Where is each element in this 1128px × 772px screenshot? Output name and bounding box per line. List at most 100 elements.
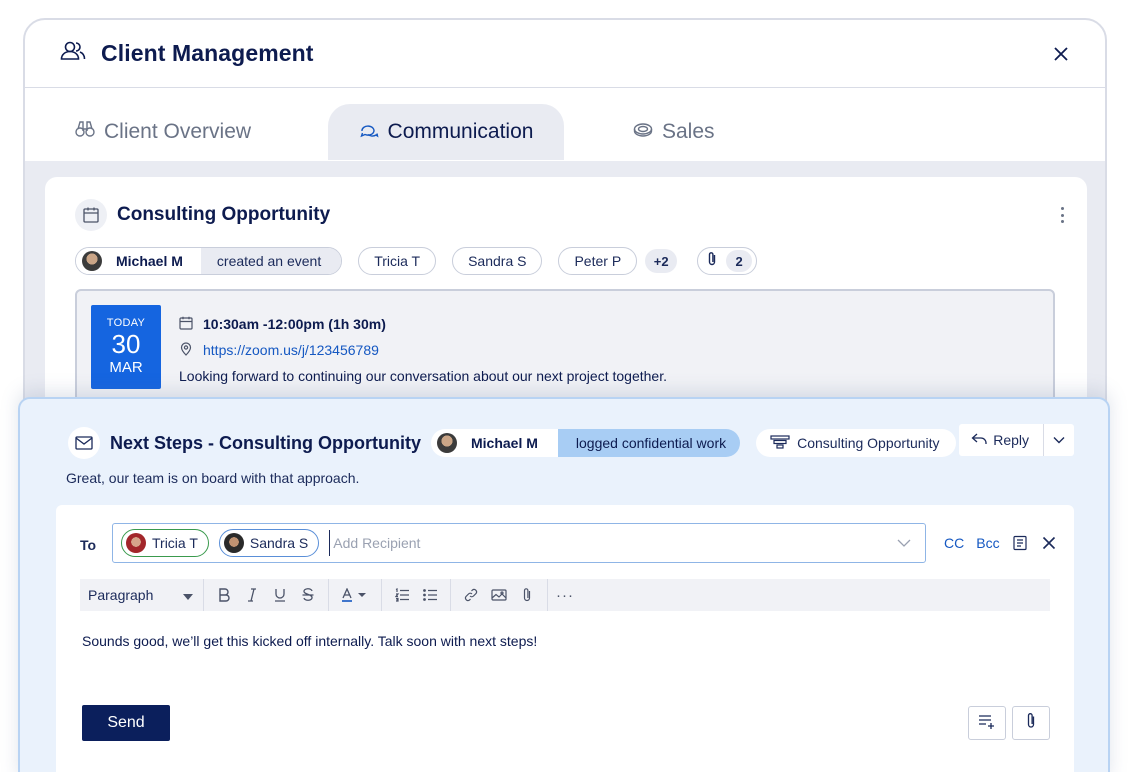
users-icon — [59, 39, 87, 68]
opportunity-label: Consulting Opportunity — [797, 435, 940, 451]
more-options-icon[interactable]: ··· — [556, 587, 574, 604]
paperclip-icon — [706, 251, 718, 272]
recipient-chip[interactable]: Tricia T — [121, 529, 209, 557]
formatting-toolbar: Paragraph ··· — [80, 579, 1050, 611]
event-info: 10:30am -12:00pm (1h 30m) https://zoom.u… — [179, 311, 667, 389]
author-name: Michael M — [431, 429, 558, 457]
participant-chip[interactable]: Sandra S — [452, 247, 543, 275]
add-recipient-input[interactable] — [329, 530, 870, 556]
event-card-header: Consulting Opportunity — [75, 199, 330, 231]
email-author-chip[interactable]: Michael M logged confidential work — [431, 429, 741, 457]
send-button[interactable]: Send — [82, 705, 170, 741]
event-time-row: 10:30am -12:00pm (1h 30m) — [179, 311, 667, 337]
italic-icon[interactable] — [238, 581, 266, 609]
date-month: MAR — [109, 359, 143, 376]
meeting-link[interactable]: https://zoom.us/j/123456789 — [203, 342, 379, 358]
chevron-down-icon[interactable] — [897, 539, 911, 547]
paperclip-icon[interactable] — [513, 581, 541, 609]
attach-file-button[interactable] — [1012, 706, 1050, 740]
tab-sales[interactable]: Sales — [633, 104, 715, 160]
avatar — [223, 533, 244, 553]
author-action: logged confidential work — [557, 429, 741, 457]
recipients-field[interactable]: Tricia T Sandra S — [112, 523, 926, 563]
tab-label: Client Overview — [104, 120, 252, 143]
text-color-icon[interactable] — [335, 581, 375, 609]
calendar-icon — [75, 199, 107, 231]
avatar — [82, 251, 102, 271]
email-panel: Next Steps - Consulting Opportunity Mich… — [18, 397, 1110, 772]
bold-icon[interactable] — [210, 581, 238, 609]
caret-down-icon — [183, 587, 193, 603]
reply-label: Reply — [993, 432, 1029, 448]
add-list-icon — [978, 713, 996, 734]
paragraph-style-select[interactable]: Paragraph — [80, 579, 204, 611]
paragraph-style-label: Paragraph — [88, 587, 154, 603]
recipient-chip[interactable]: Sandra S — [218, 529, 320, 557]
event-time: 10:30am -12:00pm (1h 30m) — [203, 316, 386, 332]
compose-editor[interactable]: Sounds good, we’ll get this kicked off i… — [82, 633, 537, 649]
numbered-list-icon[interactable] — [388, 581, 416, 609]
cc-button[interactable]: CC — [944, 535, 964, 551]
text-color-group — [329, 579, 382, 611]
event-description: Looking forward to continuing our conver… — [179, 368, 667, 384]
template-icon[interactable] — [1012, 535, 1028, 551]
date-day: 30 — [111, 329, 141, 359]
tab-label: Sales — [662, 120, 715, 143]
bulleted-list-icon[interactable] — [416, 581, 444, 609]
chevron-down-icon[interactable] — [1044, 424, 1074, 456]
compose-box: To Tricia T Sandra S CC Bcc — [56, 505, 1074, 772]
participant-chip[interactable]: Tricia T — [358, 247, 437, 275]
author-label: Michael M — [471, 435, 538, 451]
event-details: TODAY 30 MAR 10:30am -12:00pm (1h 30m) h… — [75, 289, 1055, 407]
event-chips: Michael M created an event Tricia T Sand… — [75, 247, 758, 275]
calendar-icon — [179, 316, 203, 333]
avatar — [126, 533, 146, 553]
date-label: TODAY — [106, 317, 146, 329]
binoculars-icon — [75, 120, 104, 144]
envelope-icon — [68, 427, 100, 459]
link-icon[interactable] — [457, 581, 485, 609]
strikethrough-icon[interactable] — [294, 581, 322, 609]
window-header: Client Management — [25, 20, 1105, 88]
image-icon[interactable] — [485, 581, 513, 609]
paperclip-icon — [1025, 712, 1037, 735]
author-name: Michael M — [76, 248, 201, 274]
event-location-row: https://zoom.us/j/123456789 — [179, 337, 667, 363]
reply-button-group: Reply — [959, 424, 1074, 456]
coins-icon — [633, 120, 662, 144]
reply-button[interactable]: Reply — [959, 424, 1044, 456]
more-participants-badge[interactable]: +2 — [645, 249, 678, 273]
email-header: Next Steps - Consulting Opportunity Mich… — [68, 427, 956, 459]
participant-chip[interactable]: Peter P — [558, 247, 638, 275]
event-title: Consulting Opportunity — [117, 204, 331, 225]
opportunity-chip[interactable]: Consulting Opportunity — [756, 429, 956, 457]
insert-note-button[interactable] — [968, 706, 1006, 740]
avatar — [437, 433, 457, 453]
more-options-icon[interactable] — [1059, 207, 1065, 223]
close-icon[interactable] — [1049, 42, 1073, 66]
to-label: To — [80, 537, 97, 553]
underline-icon[interactable] — [266, 581, 294, 609]
bcc-button[interactable]: Bcc — [976, 535, 999, 551]
recipient-name: Sandra S — [249, 535, 309, 551]
tab-bar: Client Overview Communication Sales — [25, 88, 1105, 160]
close-icon[interactable] — [1042, 536, 1056, 550]
email-body: Great, our team is on board with that ap… — [66, 470, 360, 486]
author-action: created an event — [200, 248, 342, 274]
tab-client-overview[interactable]: Client Overview — [75, 104, 251, 160]
tab-communication[interactable]: Communication — [328, 104, 564, 160]
recipient-name: Tricia T — [152, 535, 198, 551]
tab-label: Communication — [387, 120, 534, 143]
event-author-chip[interactable]: Michael M created an event — [75, 247, 343, 275]
reply-arrow-icon — [971, 432, 993, 448]
list-group — [382, 579, 451, 611]
attachments-chip[interactable]: 2 — [697, 247, 758, 275]
location-pin-icon — [179, 341, 203, 359]
insert-group — [451, 579, 548, 611]
chat-bubbles-icon — [359, 120, 388, 144]
date-block: TODAY 30 MAR — [91, 305, 161, 389]
cc-bcc-controls: CC Bcc — [944, 535, 1070, 551]
attachment-count: 2 — [726, 250, 753, 272]
author-label: Michael M — [116, 253, 183, 269]
pipeline-icon — [770, 434, 797, 452]
